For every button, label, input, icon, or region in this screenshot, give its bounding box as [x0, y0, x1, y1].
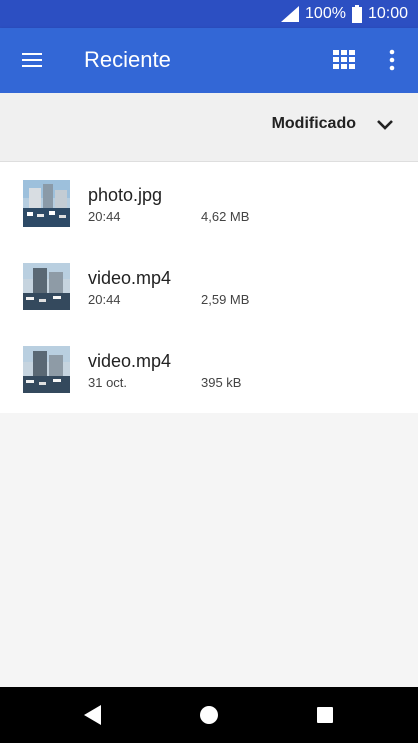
- file-name: photo.jpg: [88, 185, 163, 205]
- sort-bar: Modificado: [0, 93, 418, 162]
- back-icon[interactable]: [81, 703, 105, 727]
- sort-dropdown[interactable]: Modificado: [272, 113, 396, 135]
- file-thumbnail: [23, 346, 70, 393]
- menu-icon[interactable]: [20, 48, 44, 72]
- file-row[interactable]: video.mp4 20:44 2,59 MB: [0, 245, 418, 328]
- file-thumbnail: [23, 180, 70, 227]
- file-date: 31 oct.: [88, 375, 128, 390]
- file-size: 2,59 MB: [201, 292, 250, 307]
- home-icon[interactable]: [197, 703, 221, 727]
- grid-view-icon[interactable]: [333, 50, 355, 70]
- more-vert-icon[interactable]: [382, 48, 402, 72]
- file-list: photo.jpg 20:44 4,62 MB video.mp4 20:44 …: [0, 162, 418, 413]
- recents-icon[interactable]: [313, 703, 337, 727]
- battery-percent: 100%: [305, 5, 346, 22]
- file-row[interactable]: video.mp4 31 oct. 395 kB: [0, 328, 418, 411]
- battery-icon: [351, 5, 362, 23]
- page-title: Reciente: [84, 47, 171, 72]
- app-bar: Reciente: [0, 28, 418, 93]
- signal-icon: [281, 6, 300, 22]
- status-indicators: 100% 10:00: [281, 0, 408, 28]
- file-name: video.mp4: [88, 351, 172, 371]
- file-name: video.mp4: [88, 268, 172, 288]
- file-date: 20:44: [88, 209, 121, 224]
- file-thumbnail: [23, 263, 70, 310]
- status-bar: 100% 10:00: [0, 0, 418, 28]
- file-row[interactable]: photo.jpg 20:44 4,62 MB: [0, 162, 418, 245]
- sort-label: Modificado: [271, 115, 356, 132]
- clock: 10:00: [367, 5, 408, 22]
- file-date: 20:44: [88, 292, 121, 307]
- chevron-down-icon: [377, 120, 393, 130]
- system-nav-bar: [0, 687, 418, 743]
- file-size: 4,62 MB: [201, 209, 250, 224]
- file-size: 395 kB: [201, 375, 242, 390]
